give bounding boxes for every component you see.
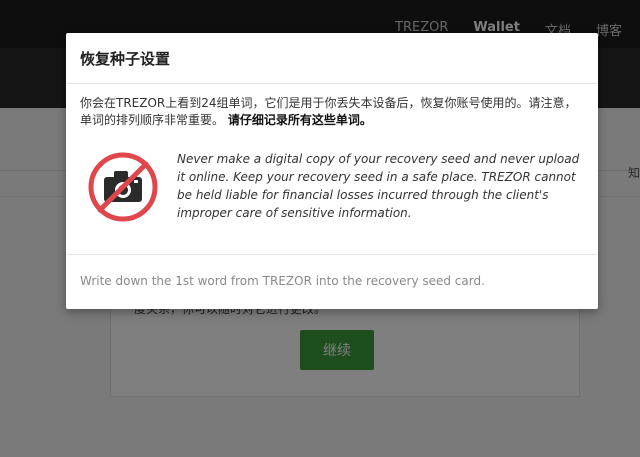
intro-text: 你会在TREZOR上看到24组单词，它们是用于你丢失本设备后，恢复你账号使用的。… — [80, 95, 586, 129]
modal-footer: Write down the 1st word from TREZOR into… — [66, 254, 598, 310]
no-camera-icon — [86, 150, 160, 224]
modal-header: 恢复种子设置 — [66, 33, 598, 84]
footer-instruction: Write down the 1st word from TREZOR into… — [80, 274, 485, 288]
warning-text: Never make a digital copy of your recove… — [177, 152, 580, 220]
modal-title: 恢复种子设置 — [80, 50, 171, 68]
intro-emphasis: 请仔细记录所有这些单词。 — [227, 113, 372, 127]
recovery-seed-modal: 恢复种子设置 你会在TREZOR上看到24组单词，它们是用于你丢失本设备后，恢复… — [66, 33, 598, 309]
